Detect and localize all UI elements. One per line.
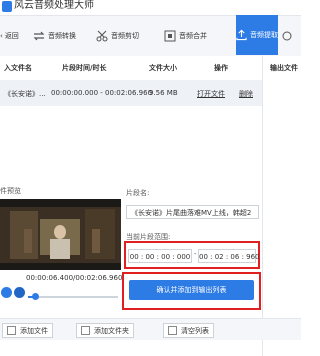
confirm-add-button[interactable]: 确认并添加到输出列表 <box>129 280 254 300</box>
segment-name-input[interactable]: 《长安诺》片尾曲落难MV上线，韩超2 <box>126 205 259 219</box>
video-preview[interactable] <box>0 199 121 270</box>
tab-label: 音频提取 <box>250 31 278 39</box>
add-file-label: 添加文件 <box>20 326 48 335</box>
folder-icon <box>81 326 90 335</box>
clear-icon <box>168 326 177 335</box>
tab-label: 音频合并 <box>179 32 207 40</box>
segment-name-label: 片段名: <box>126 189 150 197</box>
clear-list-label: 清空列表 <box>181 326 209 335</box>
app-title: 风云音频处理大师 <box>14 0 94 11</box>
tab-audio-convert[interactable]: 音频转换 <box>33 16 76 56</box>
tab-audio-merge[interactable]: 音频合并 <box>164 16 207 56</box>
scissors-icon <box>96 30 108 42</box>
column-header: 输出文件 <box>270 64 298 72</box>
tab-audio-cut[interactable]: 音频剪切 <box>96 16 139 56</box>
stop-button[interactable] <box>14 287 25 298</box>
bottom-bar: 添加文件 添加文件夹 清空列表 <box>0 318 301 340</box>
add-file-button[interactable]: 添加文件 <box>2 323 53 338</box>
upload-icon <box>236 29 247 41</box>
end-time-input[interactable]: 00 : 02 : 06 : 960 <box>198 249 260 263</box>
back-label: 返回 <box>4 32 19 40</box>
back-button[interactable]: ‹ 返回 <box>0 16 19 56</box>
playback-time: 00:00:06.400/00:02:06.960 <box>26 274 123 282</box>
column-header: 片段时间/时长 <box>62 64 107 72</box>
merge-icon <box>164 30 176 42</box>
delete-link[interactable]: 删除 <box>239 89 253 99</box>
tab-label: 音频转换 <box>48 32 76 40</box>
confirm-highlight: 确认并添加到输出列表 <box>122 272 261 310</box>
table-header: 入文件名 片段时间/时长 文件大小 操作 输出文件 <box>0 56 301 78</box>
range-separator: - <box>194 250 197 258</box>
open-file-link[interactable]: 打开文件 <box>197 89 225 99</box>
column-header: 操作 <box>214 64 228 72</box>
cell-file-name: 《长安诺》... <box>4 90 46 98</box>
back-arrow-icon: ‹ <box>0 32 3 40</box>
seek-slider-handle[interactable] <box>32 293 39 300</box>
range-highlight: 00 : 00 : 00 : 000 - 00 : 02 : 06 : 960 <box>124 241 260 269</box>
column-header: 文件大小 <box>149 64 177 72</box>
tab-audio-extract[interactable]: 音频提取 <box>236 15 278 55</box>
tab-label: 音频剪切 <box>111 32 139 40</box>
convert-icon <box>33 31 45 41</box>
cell-size: 9.56 MB <box>149 89 178 97</box>
seek-slider[interactable] <box>28 296 118 298</box>
panel-divider <box>262 56 263 356</box>
clear-list-button[interactable]: 清空列表 <box>163 323 214 338</box>
app-logo-icon <box>2 1 12 12</box>
add-folder-label: 添加文件夹 <box>94 326 129 335</box>
more-icon[interactable] <box>281 16 296 56</box>
start-time-input[interactable]: 00 : 00 : 00 : 000 <box>128 249 192 263</box>
add-folder-button[interactable]: 添加文件夹 <box>76 323 134 338</box>
title-bar: 风云音频处理大师 <box>0 0 301 15</box>
cell-segment: 00:00:00.000 - 00:02:06.960 <box>51 89 153 97</box>
file-icon <box>7 326 16 335</box>
table-row[interactable]: 《长安诺》... 00:00:00.000 - 00:02:06.960 9.5… <box>0 80 262 106</box>
video-frame-image <box>0 199 121 270</box>
preview-label: 件预览 <box>0 187 21 195</box>
play-button[interactable] <box>1 287 12 298</box>
column-header: 入文件名 <box>4 64 32 72</box>
